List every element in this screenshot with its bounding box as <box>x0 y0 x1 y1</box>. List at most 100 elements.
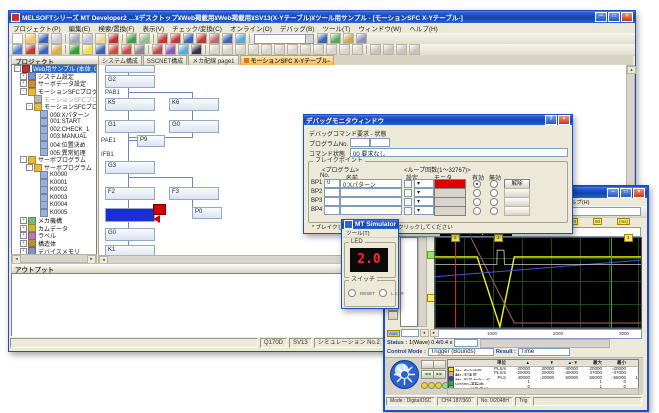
tree-item[interactable]: 002:CHECK_1 <box>12 126 96 134</box>
toolbar-icon[interactable] <box>356 33 367 44</box>
toolbar-icon[interactable] <box>69 44 80 55</box>
vertical-scale-slider[interactable] <box>418 237 427 327</box>
toolbar-icon[interactable] <box>82 33 93 44</box>
toolbar-icon[interactable] <box>196 33 207 44</box>
switch-radio-reset[interactable] <box>348 289 356 297</box>
tree-item[interactable]: K0001 <box>12 179 96 187</box>
axis-field[interactable] <box>401 329 419 337</box>
document-tab[interactable]: メカ配線 page1 <box>188 55 238 65</box>
toolbar-icon[interactable] <box>134 44 145 55</box>
menu-item[interactable]: オンライン(O) <box>226 23 276 33</box>
bp-enable-radio[interactable] <box>473 207 481 215</box>
bp-enable-radio[interactable] <box>473 198 481 206</box>
toolbar-icon[interactable] <box>38 44 49 55</box>
tree-expander-icon[interactable]: - <box>20 88 27 95</box>
menu-item[interactable]: 表示(V) <box>138 23 168 33</box>
toolbar-icon[interactable] <box>261 44 272 55</box>
indicator-led[interactable] <box>428 382 435 389</box>
maximize-icon[interactable]: □ <box>620 188 632 198</box>
bp-disable-radio[interactable] <box>490 189 498 197</box>
bp-name-field[interactable] <box>340 206 402 215</box>
bp-loop-dropdown[interactable]: ▾ <box>414 197 434 206</box>
close-icon[interactable]: × <box>621 12 633 22</box>
tree-expander-icon[interactable]: - <box>26 103 33 110</box>
channel-list[interactable] <box>400 237 418 327</box>
sfc-step-K6[interactable]: K6 <box>169 98 219 111</box>
sfc-step-K0[interactable]: K0 <box>105 208 155 222</box>
tree-expander-icon[interactable]: + <box>20 73 27 80</box>
toolbar-icon[interactable] <box>108 44 119 55</box>
toolbar-icon[interactable] <box>126 33 137 44</box>
menu-item[interactable]: 編集(E) <box>65 23 95 33</box>
menu-item[interactable]: デバッグ(B) <box>276 23 319 33</box>
bp-set-checkbox[interactable] <box>404 180 412 188</box>
indicator-led[interactable] <box>421 382 428 389</box>
toolbar-icon[interactable] <box>108 33 119 44</box>
sfc-step-K1[interactable]: K1 <box>105 245 155 255</box>
toolbar-icon[interactable] <box>51 44 62 55</box>
bp-set-checkbox[interactable] <box>404 198 412 206</box>
toolbar-icon[interactable] <box>95 44 106 55</box>
axis-prev-icon[interactable]: ◄ <box>420 329 429 337</box>
simulator-titlebar[interactable]: MT Simulator <box>342 220 398 229</box>
toolbar-icon[interactable] <box>12 44 23 55</box>
toolbar-icon[interactable] <box>69 33 80 44</box>
sfc-step-P0[interactable]: P0 <box>192 207 222 219</box>
document-tab[interactable]: システム構成 <box>98 55 142 65</box>
toolbar-icon[interactable] <box>339 44 350 55</box>
menu-item[interactable]: 検索/置換(F) <box>94 23 138 33</box>
toolbar-icon[interactable] <box>165 44 176 55</box>
toolbar-icon[interactable] <box>248 44 259 55</box>
axis-next-icon[interactable]: ► <box>430 329 439 337</box>
bp-disable-radio[interactable] <box>490 207 498 215</box>
bp-enable-radio[interactable] <box>473 189 481 197</box>
toolbar-icon[interactable] <box>25 44 36 55</box>
bp-disable-radio[interactable] <box>490 180 498 188</box>
tree-item[interactable]: 000:Xパターン <box>12 111 96 119</box>
sfc-step-F3[interactable]: F3 <box>169 187 219 200</box>
help-icon[interactable]: ? <box>545 115 557 125</box>
status-combo[interactable] <box>454 339 478 347</box>
menu-item[interactable]: プロジェクト(P) <box>9 23 65 33</box>
close-icon[interactable]: × <box>633 188 645 198</box>
dialog-titlebar[interactable]: デバッグモニタウィンドウ ? × <box>304 115 572 125</box>
bp-name-field[interactable] <box>340 197 402 206</box>
toolbar-icon[interactable] <box>222 44 233 55</box>
toolbar-icon[interactable] <box>12 33 23 44</box>
toolbar-icon[interactable] <box>152 44 163 55</box>
bp-loop-dropdown[interactable]: ▾ <box>414 206 434 215</box>
toolbar-icon[interactable] <box>300 44 311 55</box>
bp-disable-radio[interactable] <box>490 198 498 206</box>
bp-loop-dropdown[interactable]: ▾ <box>414 188 434 197</box>
minimize-icon[interactable]: － <box>607 188 619 198</box>
program-no-field-2[interactable] <box>370 138 390 147</box>
tree-item[interactable]: K0004 <box>12 202 96 210</box>
toolbar-icon[interactable] <box>222 33 233 44</box>
tree-expander-icon[interactable]: - <box>20 156 27 163</box>
toolbar-icon[interactable] <box>191 44 202 55</box>
tree-expander-icon[interactable]: + <box>20 80 27 87</box>
bp-name-field[interactable] <box>340 188 402 197</box>
tree-hscrollbar[interactable]: ◄ ► <box>11 254 97 263</box>
sfc-step-P9[interactable]: P9 <box>137 135 165 147</box>
toolbar-icon[interactable] <box>209 44 220 55</box>
toolbar-combo[interactable] <box>254 34 314 44</box>
toolbar-icon[interactable] <box>178 44 189 55</box>
sfc-step-K5[interactable]: K5 <box>105 98 155 111</box>
table-hscrollbar[interactable] <box>447 388 639 395</box>
combo-arrow-icon[interactable] <box>305 35 313 43</box>
toolbar-icon[interactable] <box>317 33 328 44</box>
toolbar-icon[interactable] <box>383 44 394 55</box>
toolbar-icon[interactable] <box>51 33 62 44</box>
indicator-led[interactable] <box>435 382 442 389</box>
toolbar-icon[interactable] <box>352 44 363 55</box>
bp-set-checkbox[interactable] <box>404 207 412 215</box>
program-no-field-1[interactable] <box>350 138 370 147</box>
tree-item[interactable]: K0000 <box>12 171 96 179</box>
document-tab[interactable]: モーションSFC X-Yテーブル- <box>240 55 334 65</box>
toolbar-icon[interactable] <box>396 44 407 55</box>
sfc-step-F2[interactable]: F2 <box>105 187 155 200</box>
sfc-step-G0[interactable]: G0 <box>169 120 219 133</box>
osc-stop-button[interactable] <box>433 360 446 369</box>
plot-marker-tag[interactable]: 3 <box>624 234 633 242</box>
